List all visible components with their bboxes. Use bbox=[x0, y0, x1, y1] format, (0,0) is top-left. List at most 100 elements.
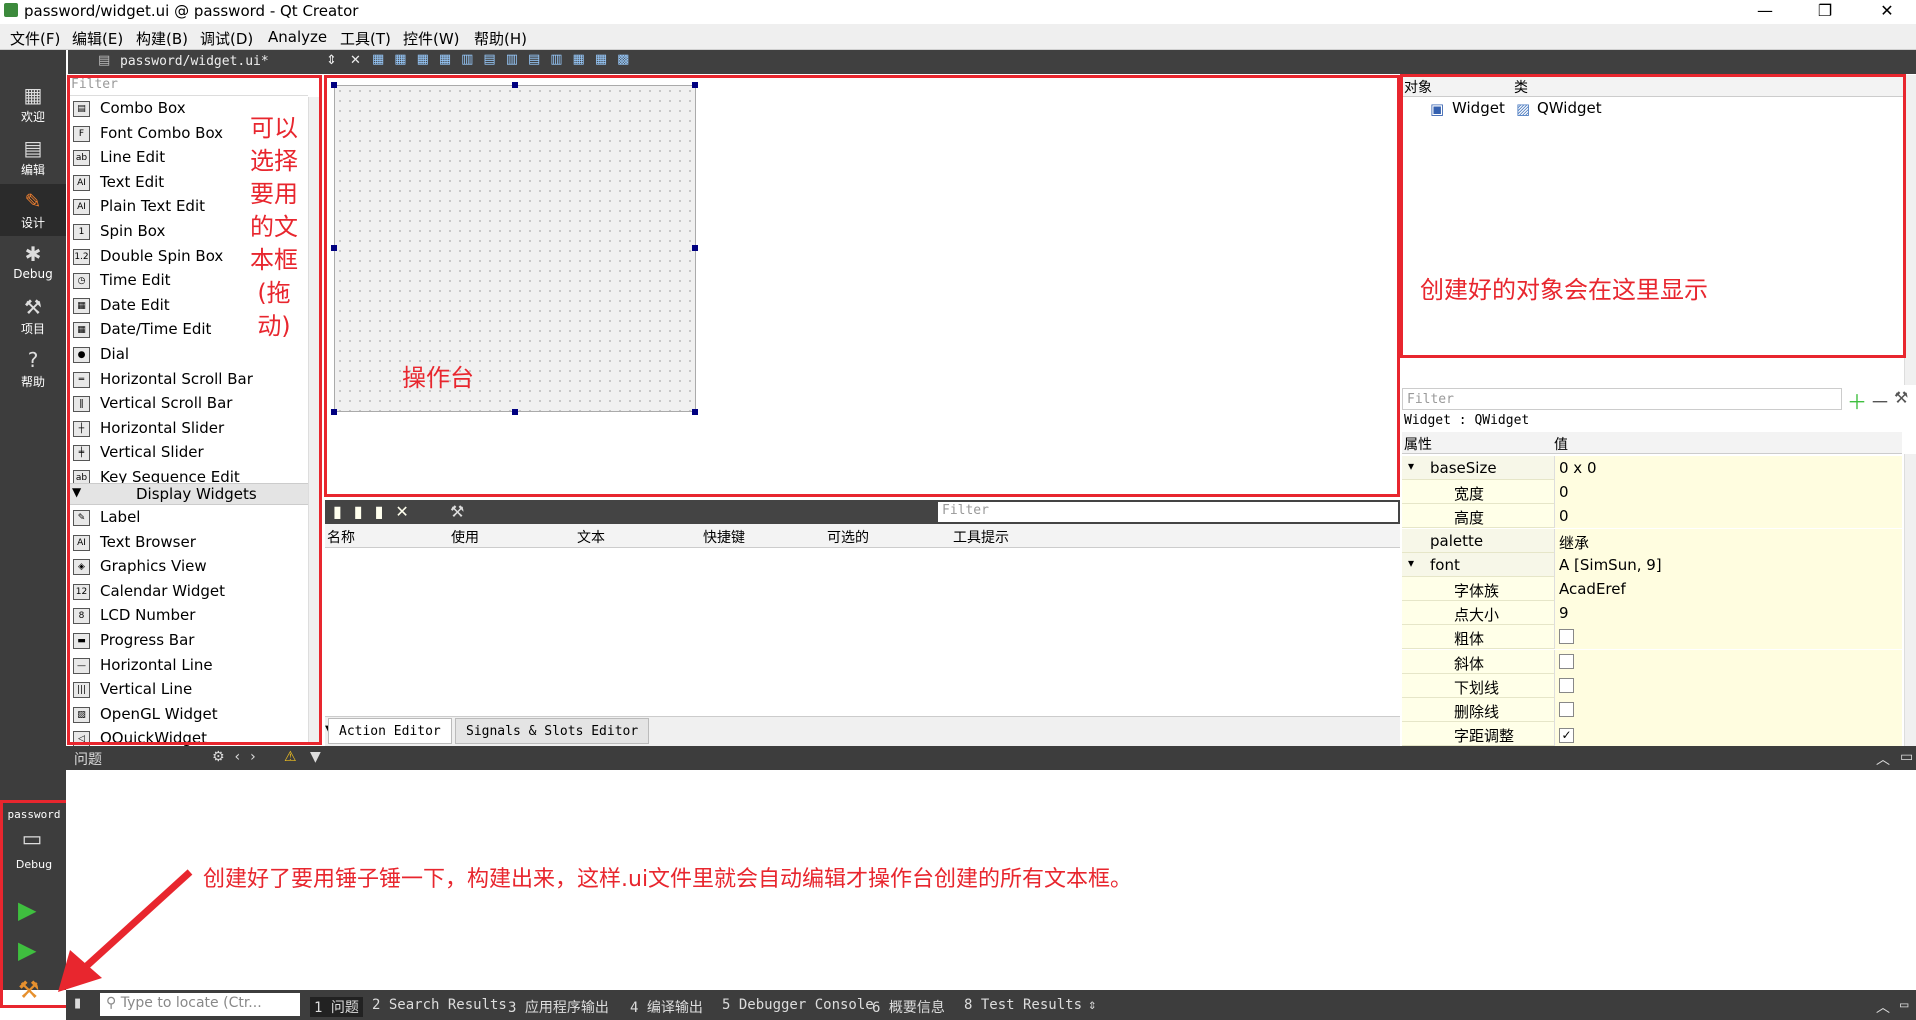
remove-property-icon[interactable]: － bbox=[1870, 386, 1890, 415]
expand-arrow-icon[interactable]: ▾ bbox=[1408, 556, 1414, 570]
property-name: 字体族 bbox=[1454, 582, 1500, 600]
property-row[interactable]: 删除线 bbox=[1402, 698, 1902, 722]
output-tab-debugger[interactable]: 5 Debugger Console bbox=[722, 997, 874, 1013]
output-tab-app-output[interactable]: 3 应用程序输出 bbox=[508, 997, 609, 1017]
menu-tools[interactable]: 工具(T) bbox=[340, 28, 391, 49]
mode-welcome[interactable]: ▦ 欢迎 bbox=[0, 78, 66, 130]
menu-file[interactable]: 文件(F) bbox=[10, 28, 60, 49]
property-value[interactable]: 9 bbox=[1554, 601, 1902, 626]
action-tools-icon[interactable]: ▮▮▮✕ bbox=[333, 502, 421, 521]
property-checkbox[interactable] bbox=[1559, 629, 1574, 645]
menu-build[interactable]: 构建(B) bbox=[136, 28, 188, 49]
column-property[interactable]: 属性 bbox=[1404, 434, 1432, 454]
menu-edit[interactable]: 编辑(E) bbox=[72, 28, 123, 49]
action-editor-toolbar: ▮▮▮✕ ⚒ Filter bbox=[325, 500, 1400, 524]
property-value[interactable]: 继承 bbox=[1554, 528, 1902, 553]
property-row[interactable]: 字体族 AcadEref bbox=[1402, 577, 1902, 601]
mode-debug-label: Debug bbox=[13, 267, 53, 281]
toggle-sidebar-icon[interactable]: ▮ bbox=[74, 996, 81, 1011]
action-filter-input[interactable]: Filter bbox=[938, 502, 1398, 522]
property-value[interactable]: 0 bbox=[1554, 480, 1902, 505]
mode-projects-label: 项目 bbox=[20, 322, 45, 336]
mode-help[interactable]: ? 帮助 bbox=[0, 343, 66, 395]
mode-projects[interactable]: ⚒ 项目 bbox=[0, 290, 66, 342]
mode-design-label: 设计 bbox=[20, 216, 45, 230]
menu-help[interactable]: 帮助(H) bbox=[474, 28, 527, 49]
column-checkable[interactable]: 可选的 bbox=[827, 527, 869, 547]
tab-action-editor[interactable]: Action Editor bbox=[328, 718, 452, 744]
annotation-arrow bbox=[58, 869, 193, 992]
property-checkbox[interactable]: ✓ bbox=[1559, 728, 1574, 744]
menu-bar: 文件(F) 编辑(E) 构建(B) 调试(D) Analyze 工具(T) 控件… bbox=[0, 24, 1916, 50]
property-checkbox[interactable] bbox=[1559, 702, 1574, 717]
annotation-line: 选择 bbox=[250, 147, 298, 175]
filter-funnel-icon[interactable]: ▼ bbox=[310, 749, 321, 765]
tab-signals-slots[interactable]: Signals & Slots Editor bbox=[455, 718, 650, 744]
output-tab-general[interactable]: 6 概要信息 bbox=[872, 997, 945, 1017]
property-row[interactable]: palette 继承 bbox=[1402, 528, 1902, 553]
column-name[interactable]: 名称 bbox=[327, 527, 355, 547]
column-tooltip[interactable]: 工具提示 bbox=[953, 527, 1009, 547]
property-value[interactable] bbox=[1554, 698, 1902, 722]
annotation-line: 的文 bbox=[250, 213, 298, 241]
document-name[interactable]: password/widget.ui* bbox=[120, 54, 269, 69]
property-checkbox[interactable] bbox=[1559, 677, 1574, 693]
property-row[interactable]: 斜体 bbox=[1402, 649, 1902, 674]
property-row[interactable]: ▾ font A [SimSun, 9] bbox=[1402, 552, 1902, 577]
mode-edit[interactable]: ▤ 编辑 bbox=[0, 131, 66, 183]
output-tab-issues[interactable]: 1 问题 bbox=[310, 997, 363, 1017]
property-row[interactable]: 点大小 9 bbox=[1402, 601, 1902, 626]
column-text[interactable]: 文本 bbox=[577, 527, 605, 547]
property-value[interactable] bbox=[1554, 649, 1902, 674]
property-value[interactable] bbox=[1554, 625, 1902, 650]
property-value[interactable]: 0 bbox=[1554, 504, 1902, 529]
output-tab-tests[interactable]: 8 Test Results bbox=[964, 997, 1082, 1013]
close-document-icon[interactable]: ✕ bbox=[350, 53, 361, 68]
property-value[interactable]: A [SimSun, 9] bbox=[1554, 552, 1902, 577]
property-settings-icon[interactable]: ⚒ bbox=[1894, 388, 1908, 407]
restore-button[interactable]: ❐ bbox=[1800, 0, 1850, 24]
property-row[interactable]: 字距调整 ✓ bbox=[1402, 722, 1902, 747]
layout-tools-icon[interactable]: ▦▦▦▦▥▤▥▤▥▦▦▩ bbox=[372, 52, 639, 67]
more-tabs-icon[interactable]: ⇕ bbox=[1088, 997, 1096, 1013]
issues-nav-icons[interactable]: ⚙‹› bbox=[212, 749, 266, 765]
property-value[interactable]: AcadEref bbox=[1554, 577, 1902, 601]
property-value[interactable] bbox=[1554, 673, 1902, 698]
menu-debug[interactable]: 调试(D) bbox=[200, 28, 253, 49]
column-value[interactable]: 值 bbox=[1554, 434, 1568, 454]
property-row[interactable]: 宽度 0 bbox=[1402, 480, 1902, 505]
menu-analyze[interactable]: Analyze bbox=[268, 28, 327, 46]
maximize-output-icon[interactable]: ︿ bbox=[1876, 997, 1890, 1017]
action-list[interactable] bbox=[325, 548, 1400, 716]
mode-design[interactable]: ✎ 设计 bbox=[0, 184, 66, 236]
minimize-button[interactable]: — bbox=[1740, 0, 1790, 24]
property-value[interactable]: ✓ bbox=[1554, 722, 1902, 747]
expand-arrow-icon[interactable]: ▾ bbox=[1408, 459, 1414, 473]
maximize-pane-icon[interactable]: ︿ bbox=[1876, 749, 1890, 769]
property-checkbox[interactable] bbox=[1559, 653, 1574, 669]
warning-filter-icon[interactable]: ⚠ bbox=[284, 749, 297, 765]
column-used[interactable]: 使用 bbox=[451, 527, 479, 547]
property-name: 宽度 bbox=[1454, 485, 1485, 504]
wrench-icon[interactable]: ⚒ bbox=[450, 502, 464, 521]
annotation-line: 要用 bbox=[250, 180, 298, 208]
output-tab-search[interactable]: 2 Search Results bbox=[372, 997, 507, 1013]
object-inspector-highlight-box bbox=[1400, 74, 1906, 358]
property-value[interactable]: 0 x 0 bbox=[1554, 456, 1902, 480]
document-switch-icon[interactable]: ⇕ bbox=[326, 53, 337, 68]
mode-debug[interactable]: ✱ Debug bbox=[0, 237, 66, 289]
output-tab-compile[interactable]: 4 编译输出 bbox=[630, 997, 703, 1017]
column-shortcut[interactable]: 快捷键 bbox=[703, 527, 745, 547]
toggle-output-icon[interactable]: ▭ bbox=[1900, 997, 1908, 1013]
menu-controls[interactable]: 控件(W) bbox=[403, 28, 460, 49]
close-pane-icon[interactable]: ▭ bbox=[1900, 749, 1913, 765]
locator-input[interactable]: ⚲ Type to locate (Ctr... bbox=[100, 993, 300, 1016]
property-filter-input[interactable]: Filter bbox=[1402, 388, 1842, 410]
close-button[interactable]: ✕ bbox=[1862, 0, 1912, 24]
property-row[interactable]: 高度 0 bbox=[1402, 504, 1902, 529]
property-row[interactable]: 下划线 bbox=[1402, 673, 1902, 698]
property-scrollbar[interactable] bbox=[1904, 454, 1916, 746]
add-property-icon[interactable]: ＋ bbox=[1847, 386, 1867, 415]
property-row[interactable]: 粗体 bbox=[1402, 625, 1902, 650]
property-row[interactable]: ▾ baseSize 0 x 0 bbox=[1402, 456, 1902, 480]
